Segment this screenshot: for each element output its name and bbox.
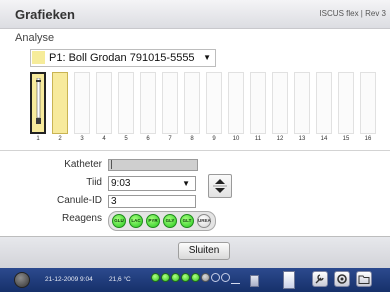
dropdown-arrow-icon: ▼ — [203, 53, 211, 62]
status-indicator-dot — [161, 273, 170, 282]
sample-slot[interactable] — [206, 72, 222, 134]
section-label: Analyse — [15, 32, 55, 44]
canule-id-value: 3 — [111, 196, 117, 207]
reagent-toggle[interactable]: GLU — [112, 214, 126, 228]
patient-select-value: P1: Boll Grodan 791015-5555 — [49, 52, 195, 64]
status-dash — [231, 283, 240, 284]
status-indicator-dot — [151, 273, 160, 282]
reagent-toggle[interactable]: GLY — [163, 214, 177, 228]
status-indicator-dot — [171, 273, 180, 282]
reagent-toggle[interactable]: LAC — [129, 214, 143, 228]
stepper-arrows-icon — [213, 179, 227, 193]
sample-slot-number: 6 — [146, 136, 150, 142]
sample-slot-number: 12 — [276, 136, 284, 142]
sample-slot[interactable] — [360, 72, 376, 134]
sample-slot[interactable] — [294, 72, 310, 134]
sample-slot[interactable] — [338, 72, 354, 134]
tiid-label: Tiid — [86, 177, 102, 188]
window-title: Grafieken — [15, 7, 75, 22]
sample-slot[interactable] — [316, 72, 332, 134]
wrench-glyph-icon — [315, 274, 324, 284]
sample-slot[interactable] — [52, 72, 68, 134]
gear-icon — [337, 274, 347, 284]
sample-slot-number: 2 — [58, 136, 62, 142]
close-button[interactable]: Sluiten — [178, 242, 230, 260]
reagent-selector: GLU LAC PYR GLY GLT UREA — [108, 211, 216, 231]
tiid-select[interactable]: 9:03 ▼ — [108, 176, 196, 191]
sample-slot[interactable] — [184, 72, 200, 134]
sample-slot-number: 11 — [254, 136, 262, 142]
sample-slot[interactable] — [250, 72, 266, 134]
sample-slot-number: 10 — [232, 136, 240, 142]
time-stepper[interactable] — [208, 174, 232, 198]
sample-slot-number: 8 — [190, 136, 194, 142]
sample-tube-icon — [36, 78, 41, 124]
brand-label: ISCUS flex | Rev 3 — [319, 9, 386, 18]
sample-slot-number: 13 — [298, 136, 306, 142]
patient-select[interactable]: P1: Boll Grodan 791015-5555 ▼ — [30, 49, 216, 67]
katheter-label: Katheter — [64, 159, 102, 170]
folder-icon[interactable] — [356, 271, 372, 287]
katheter-input[interactable] — [108, 159, 198, 171]
tiid-value: 9:03 — [111, 178, 131, 189]
action-band: Sluiten — [0, 236, 390, 269]
wrench-icon[interactable] — [312, 271, 328, 287]
status-bar: 21-12-2009 9:04 21,6 °C — [0, 268, 390, 292]
settings-icon[interactable] — [334, 271, 350, 287]
sample-slot[interactable] — [30, 72, 46, 134]
sample-slot[interactable] — [140, 72, 156, 134]
sample-slot-strip: 1 2 3 4 5 6 7 8 9 10 11 12 13 14 15 16 — [30, 72, 378, 146]
status-indicators — [151, 273, 241, 285]
canule-label: Canule-ID — [56, 195, 102, 206]
folder-glyph-icon — [358, 275, 370, 284]
canule-id-input[interactable]: 3 — [108, 195, 196, 208]
reagent-toggle[interactable]: GLT — [180, 214, 194, 228]
title-bar: Grafieken ISCUS flex | Rev 3 — [0, 0, 390, 29]
sample-slot[interactable] — [228, 72, 244, 134]
patient-color-swatch — [32, 51, 45, 64]
status-datetime: 21-12-2009 9:04 — [45, 276, 93, 283]
sample-slot-number: 9 — [212, 136, 216, 142]
sample-slot-number: 4 — [102, 136, 106, 142]
status-temperature: 21,6 °C — [109, 276, 131, 283]
reagent-toggle[interactable]: UREA — [197, 214, 211, 228]
sample-form: Katheter Tiid 9:03 ▼ Canule-ID 3 Reagens… — [0, 150, 390, 235]
power-icon[interactable] — [14, 272, 30, 288]
reagens-label: Reagens — [61, 213, 102, 224]
sample-slot[interactable] — [96, 72, 112, 134]
sample-slot[interactable] — [272, 72, 288, 134]
sample-slot-number: 15 — [342, 136, 350, 142]
status-indicator-dot — [211, 273, 220, 282]
device-icon — [250, 275, 259, 287]
phone-icon[interactable] — [283, 271, 295, 289]
dropdown-arrow-icon: ▼ — [182, 179, 190, 188]
sample-slot-number: 1 — [36, 136, 40, 142]
sample-slot-number: 5 — [124, 136, 128, 142]
sample-slot[interactable] — [162, 72, 178, 134]
status-indicator-dot — [201, 273, 210, 282]
sample-slot-number: 7 — [168, 136, 172, 142]
sample-slot[interactable] — [74, 72, 90, 134]
reagent-toggle[interactable]: PYR — [146, 214, 160, 228]
status-indicator-dot — [191, 273, 200, 282]
text-caret — [111, 160, 112, 169]
sample-slot-number: 3 — [80, 136, 84, 142]
sample-slot-number: 14 — [320, 136, 328, 142]
status-indicator-dot — [181, 273, 190, 282]
status-indicator-dot — [221, 273, 230, 282]
sample-slot-number: 16 — [364, 136, 372, 142]
sample-slot[interactable] — [118, 72, 134, 134]
